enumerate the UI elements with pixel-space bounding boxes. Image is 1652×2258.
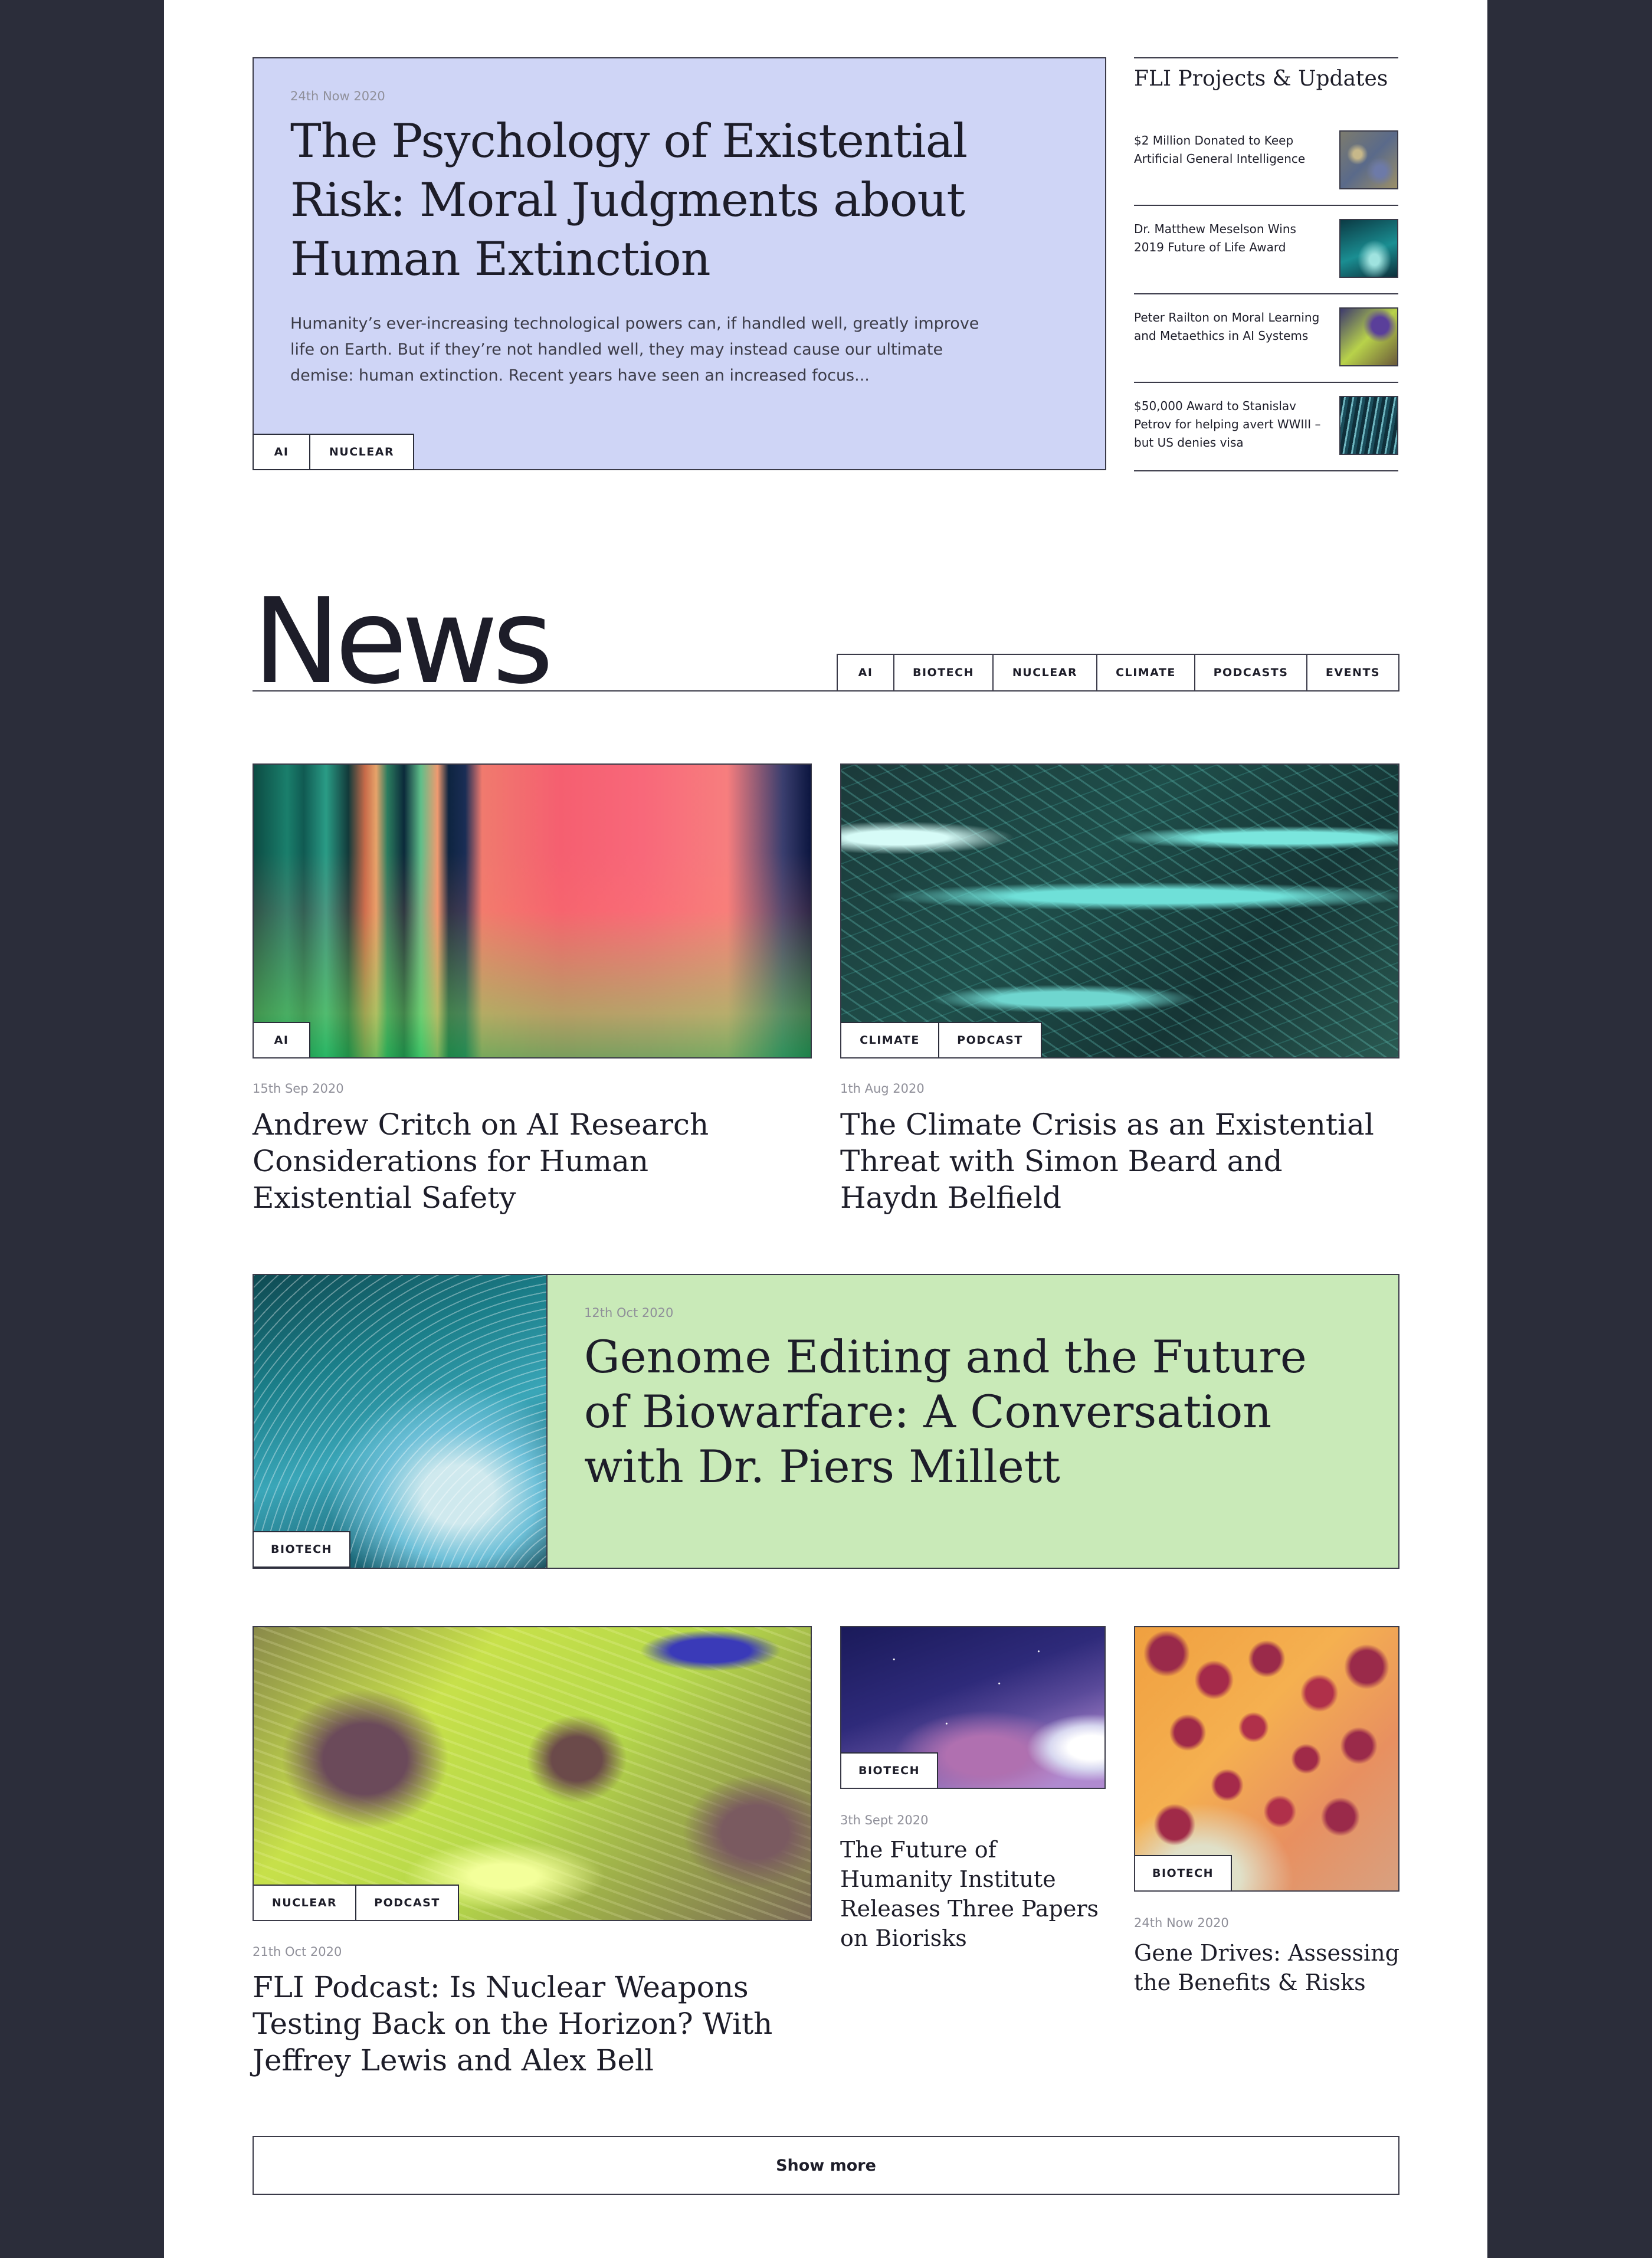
card-title[interactable]: FLI Podcast: Is Nuclear Weapons Testing … xyxy=(253,1969,795,2079)
hero-date: 24th Now 2020 xyxy=(290,89,385,103)
tag-nuclear[interactable]: NUCLEAR xyxy=(254,1885,356,1920)
sidebar-updates: FLI Projects & Updates $2 Million Donate… xyxy=(1134,57,1398,471)
tag-biotech[interactable]: BIOTECH xyxy=(841,1752,938,1788)
card-title[interactable]: Andrew Critch on AI Research Considerati… xyxy=(253,1106,795,1216)
sidebar-divider xyxy=(1134,57,1398,58)
card-date: 24th Now 2020 xyxy=(1134,1916,1229,1930)
hero-title[interactable]: The Psychology of Existential Risk: Mora… xyxy=(290,112,998,289)
filter-podcasts[interactable]: PODCASTS xyxy=(1194,654,1307,692)
tag-ai[interactable]: AI xyxy=(253,434,310,470)
card-date: 3th Sept 2020 xyxy=(840,1813,929,1827)
show-more-button[interactable]: Show more xyxy=(253,2136,1399,2195)
sidebar-item-text[interactable]: Dr. Matthew Meselson Wins 2019 Future of… xyxy=(1134,220,1329,257)
hero-excerpt: Humanity’s ever-increasing technological… xyxy=(290,314,979,385)
card-image-gene[interactable]: BIOTECH xyxy=(1134,1626,1399,1892)
card-image-climate[interactable]: CLIMATE PODCAST xyxy=(840,763,1399,1058)
filter-ai[interactable]: AI xyxy=(837,654,894,692)
tag-podcast[interactable]: PODCAST xyxy=(355,1885,459,1920)
tag-biotech[interactable]: BIOTECH xyxy=(1135,1855,1232,1890)
news-heading: News xyxy=(253,573,553,710)
sidebar-item-text[interactable]: $50,000 Award to Stanislav Petrov for he… xyxy=(1134,397,1329,452)
sidebar-item-thumbnail[interactable] xyxy=(1339,130,1398,189)
sidebar-item[interactable]: $50,000 Award to Stanislav Petrov for he… xyxy=(1134,382,1398,471)
filter-climate[interactable]: CLIMATE xyxy=(1096,654,1195,692)
featured-title[interactable]: Genome Editing and the Future of Biowarf… xyxy=(584,1329,1328,1494)
card-title[interactable]: The Climate Crisis as an Existential Thr… xyxy=(840,1106,1383,1216)
sidebar-item-text[interactable]: $2 Million Donated to Keep Artificial Ge… xyxy=(1134,132,1329,168)
featured-image[interactable]: BIOTECH xyxy=(253,1275,548,1568)
tag-climate[interactable]: CLIMATE xyxy=(841,1022,939,1057)
card-date: 21th Oct 2020 xyxy=(253,1945,342,1959)
tag-nuclear[interactable]: NUCLEAR xyxy=(309,434,414,470)
card-title[interactable]: Gene Drives: Assessing the Benefits & Ri… xyxy=(1134,1938,1399,1997)
sidebar-item[interactable]: $2 Million Donated to Keep Artificial Ge… xyxy=(1134,116,1398,206)
card-date: 12th Oct 2020 xyxy=(584,1306,674,1320)
card-date: 1th Aug 2020 xyxy=(840,1082,925,1096)
featured-card[interactable]: BIOTECH 12th Oct 2020 Genome Editing and… xyxy=(253,1274,1399,1569)
sidebar-heading: FLI Projects & Updates xyxy=(1134,67,1388,91)
tag-ai[interactable]: AI xyxy=(254,1022,310,1057)
card-image-nuclear[interactable]: NUCLEAR PODCAST xyxy=(253,1626,812,1921)
card-image-ai[interactable]: AI xyxy=(253,763,812,1058)
tag-podcast[interactable]: PODCAST xyxy=(938,1022,1042,1057)
sidebar-item-thumbnail[interactable] xyxy=(1339,396,1398,455)
sidebar-item[interactable]: Peter Railton on Moral Learning and Meta… xyxy=(1134,293,1398,383)
card-title[interactable]: The Future of Humanity Institute Release… xyxy=(840,1835,1106,1953)
sidebar-item-thumbnail[interactable] xyxy=(1339,307,1398,366)
card-date: 15th Sep 2020 xyxy=(253,1082,344,1096)
tag-biotech[interactable]: BIOTECH xyxy=(253,1531,350,1568)
card-image-space[interactable]: BIOTECH xyxy=(840,1626,1106,1789)
news-filters: AI BIOTECH NUCLEAR CLIMATE PODCASTS EVEN… xyxy=(837,654,1399,692)
sidebar-item-text[interactable]: Peter Railton on Moral Learning and Meta… xyxy=(1134,309,1329,345)
hero-card[interactable]: 24th Now 2020 The Psychology of Existent… xyxy=(253,57,1106,470)
filter-biotech[interactable]: BIOTECH xyxy=(893,654,994,692)
filter-nuclear[interactable]: NUCLEAR xyxy=(992,654,1097,692)
filter-events[interactable]: EVENTS xyxy=(1306,654,1399,692)
sidebar-item-thumbnail[interactable] xyxy=(1339,219,1398,278)
sidebar-item[interactable]: Dr. Matthew Meselson Wins 2019 Future of… xyxy=(1134,205,1398,294)
page: 24th Now 2020 The Psychology of Existent… xyxy=(164,0,1487,2258)
